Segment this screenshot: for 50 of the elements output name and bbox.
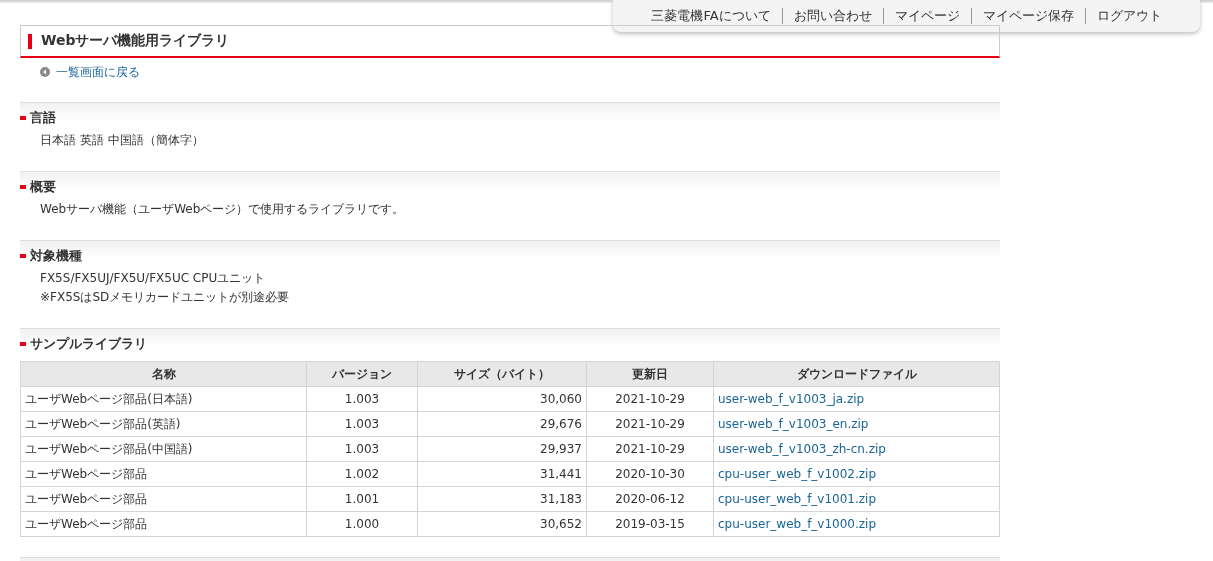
nav-link[interactable]: マイページ保存: [971, 7, 1085, 25]
table-cell: 2021-10-29: [586, 386, 714, 412]
table-cell: ユーザWebページ部品: [20, 461, 307, 487]
table-cell: 1.001: [306, 486, 418, 512]
section-heading: 言語: [20, 103, 1000, 127]
column-header: 更新日: [586, 361, 714, 387]
section-text: FX5S/FX5UJ/FX5U/FX5UC CPUユニット: [40, 270, 267, 287]
table-cell: 2020-10-30: [586, 461, 714, 487]
table-cell: 2019-03-15: [586, 511, 714, 537]
table-cell: ユーザWebページ部品(英語): [20, 411, 307, 437]
nav-link[interactable]: 三菱電機FAについて: [640, 7, 782, 25]
section-text: 日本語 英語 中国語（簡体字）: [40, 132, 205, 149]
table-cell: 29,937: [417, 436, 587, 462]
table-cell: 1.003: [306, 386, 418, 412]
table-cell: ユーザWebページ部品(日本語): [20, 386, 307, 412]
download-link[interactable]: cpu-user_web_f_v1002.zip: [718, 467, 877, 481]
table-cell: 1.002: [306, 461, 418, 487]
table-cell: 2020-06-12: [586, 486, 714, 512]
section-heading: 対象機種: [20, 241, 1000, 265]
download-link[interactable]: user-web_f_v1003_zh-cn.zip: [718, 442, 886, 456]
section-text: ※FX5SはSDメモリカードユニットが別途必要: [40, 289, 291, 306]
table-cell: 31,441: [417, 461, 587, 487]
table-cell: 29,676: [417, 411, 587, 437]
table-cell: 2021-10-29: [586, 436, 714, 462]
nav-link[interactable]: マイページ: [883, 7, 971, 25]
column-header: ダウンロードファイル: [713, 361, 1000, 387]
table-cell: ユーザWebページ部品(中国語): [20, 436, 307, 462]
download-link[interactable]: user-web_f_v1003_en.zip: [718, 417, 869, 431]
table-cell: 31,183: [417, 486, 587, 512]
column-header: バージョン: [306, 361, 418, 387]
section-text: Webサーバ機能（ユーザWebページ）で使用するライブラリです。: [40, 201, 406, 218]
back-link[interactable]: 一覧画面に戻る: [56, 63, 140, 81]
table-cell: ユーザWebページ部品: [20, 511, 307, 537]
table-cell: ユーザWebページ部品: [20, 486, 307, 512]
nav-link[interactable]: お問い合わせ: [782, 7, 883, 25]
table-cell: 1.000: [306, 511, 418, 537]
table-cell: 30,652: [417, 511, 587, 537]
table-cell: 1.003: [306, 411, 418, 437]
download-link[interactable]: user-web_f_v1003_ja.zip: [718, 392, 865, 406]
column-header: 名称: [20, 361, 307, 387]
section-heading: サンプルライブラリ: [20, 329, 1000, 353]
table-cell: 2021-10-29: [586, 411, 714, 437]
column-header: サイズ（バイト）: [417, 361, 587, 387]
table-cell: 30,060: [417, 386, 587, 412]
download-link[interactable]: cpu-user_web_f_v1001.zip: [718, 492, 877, 506]
section-heading: 概要: [20, 172, 1000, 196]
page-title: Webサーバ機能用ライブラリ: [20, 25, 1000, 58]
download-link[interactable]: cpu-user_web_f_v1000.zip: [718, 517, 877, 531]
nav-link[interactable]: ログアウト: [1085, 7, 1173, 25]
table-cell: 1.003: [306, 436, 418, 462]
